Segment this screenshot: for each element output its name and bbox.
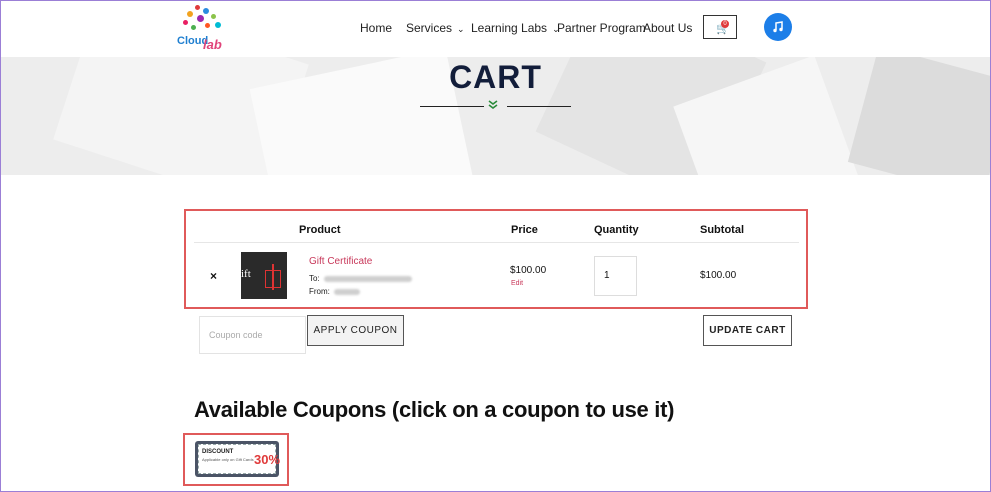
item-subtotal: $100.00: [700, 270, 737, 281]
nav-learning-labs-label: Learning Labs: [471, 21, 548, 35]
coupon-card[interactable]: DISCOUNT Applicable only on Gift Cards 3…: [195, 441, 280, 477]
logo-dot: [197, 15, 204, 22]
logo-dot: [195, 5, 200, 10]
nav-learning-labs[interactable]: Learning Labs ⌄: [471, 21, 560, 35]
coupon-amount: 30%: [254, 452, 281, 467]
double-chevron-down-icon: [488, 100, 498, 109]
logo-dot: [187, 11, 193, 17]
nav-services-label: Services: [406, 21, 453, 35]
logo-dot: [205, 23, 210, 28]
coupon-note: Applicable only on Gift Cards: [202, 457, 254, 462]
page-title: CART: [449, 59, 542, 95]
table-divider: [194, 242, 799, 243]
column-header-product: Product: [299, 224, 341, 236]
logo-dot: [183, 20, 188, 25]
redacted-name: [333, 288, 360, 295]
cart-count-badge: 0: [721, 20, 729, 28]
edit-item-link[interactable]: Edit: [511, 280, 523, 287]
coupon-label: DISCOUNT: [202, 449, 234, 455]
column-header-price: Price: [511, 224, 538, 236]
column-header-subtotal: Subtotal: [700, 224, 744, 236]
from-label: From:: [309, 287, 330, 296]
to-label: To:: [309, 274, 320, 283]
coupon-card-body: DISCOUNT Applicable only on Gift Cards 3…: [198, 444, 280, 474]
product-thumbnail[interactable]: ift: [241, 252, 287, 299]
logo-dot: [191, 25, 196, 30]
chevron-down-icon: ⌄: [457, 24, 465, 34]
logo-text-lab: lab: [203, 37, 222, 52]
site-header: Cloud lab Home Services ⌄ Learning Labs ⌄ …: [1, 1, 990, 57]
logo-dot: [215, 22, 221, 28]
title-divider-left: [420, 106, 484, 107]
site-logo[interactable]: Cloud lab: [175, 5, 227, 53]
title-divider-right: [507, 106, 571, 107]
logo-dot: [211, 14, 216, 19]
recipient-from: From:: [309, 287, 360, 296]
thumbnail-text: ift: [241, 268, 251, 280]
update-cart-button[interactable]: UPDATE CART: [703, 315, 792, 346]
nav-partner-program[interactable]: Partner Program: [557, 21, 646, 35]
quantity-input[interactable]: 1: [594, 256, 637, 296]
cart-button[interactable]: 🛒 0: [703, 15, 737, 39]
coupon-code-input[interactable]: Coupon code: [199, 316, 306, 354]
available-coupons-heading: Available Coupons (click on a coupon to …: [194, 397, 675, 422]
column-header-quantity: Quantity: [594, 224, 639, 236]
remove-item-button[interactable]: ×: [210, 269, 217, 283]
redacted-email: [323, 275, 412, 282]
recipient-to: To:: [309, 274, 412, 283]
music-note-icon: [773, 21, 783, 33]
product-name-link[interactable]: Gift Certificate: [309, 256, 372, 267]
account-button[interactable]: [764, 13, 792, 41]
item-price: $100.00: [510, 265, 547, 276]
gift-ribbon: [272, 264, 274, 290]
apply-coupon-button[interactable]: APPLY COUPON: [307, 315, 404, 346]
nav-about-us[interactable]: About Us: [643, 21, 692, 35]
nav-home[interactable]: Home: [360, 21, 392, 35]
nav-services[interactable]: Services ⌄: [406, 21, 465, 35]
logo-dot: [203, 8, 209, 14]
